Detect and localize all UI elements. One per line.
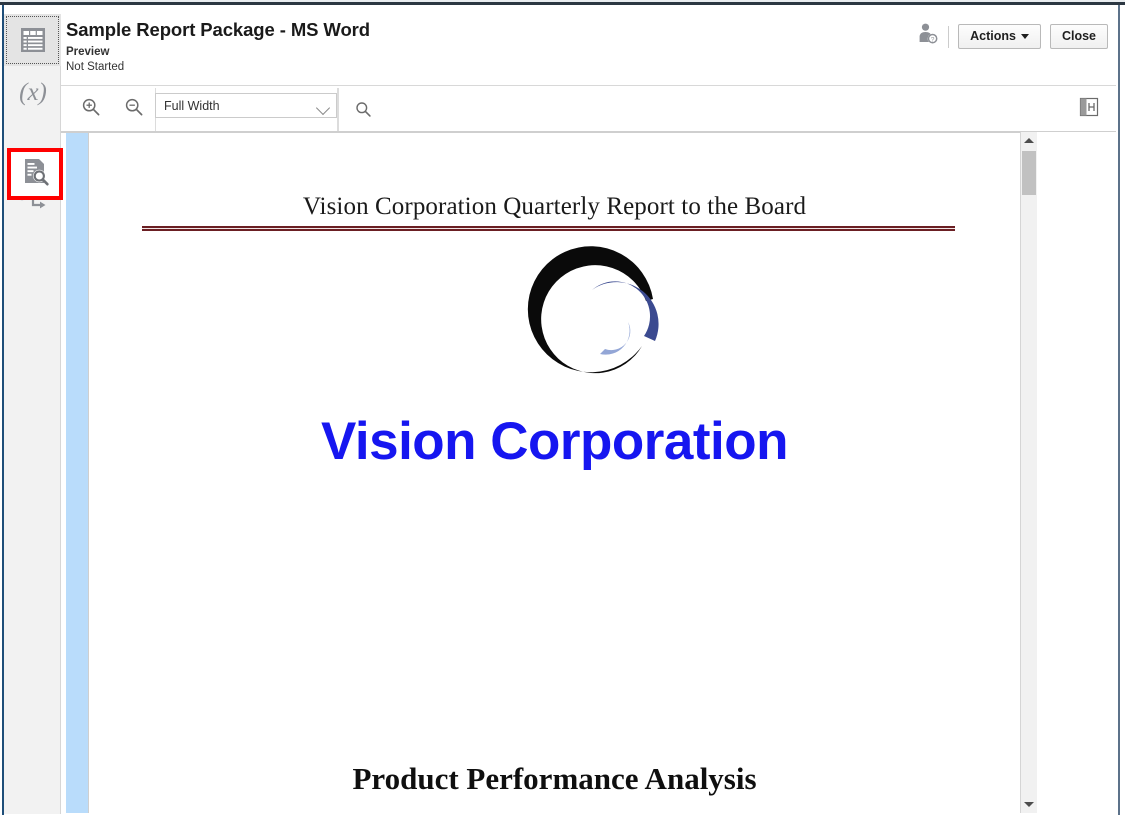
zoom-level-select[interactable]: Full Width [155,93,337,118]
collapse-panel-icon [1078,97,1100,122]
sidebar-item-preview-review-highlighted[interactable] [7,148,63,200]
collapse-panel-button[interactable] [1076,97,1102,121]
actions-button-label: Actions [970,28,1016,43]
actions-button[interactable]: Actions [958,23,1041,50]
status-label: Not Started [66,61,125,73]
zoom-level-value: Full Width [164,99,220,113]
document-company-name: Vision Corporation [320,412,789,471]
page-margin-band-left [66,133,88,813]
scroll-thumb[interactable] [1022,151,1036,195]
variable-x-icon: (x) [15,76,51,108]
search-icon [355,101,372,118]
page-title: Sample Report Package - MS Word [66,19,370,40]
zoom-out-button[interactable] [117,93,151,127]
triangle-up-icon [1024,138,1034,143]
triangle-down-icon [1024,802,1034,807]
document-report-title: Vision Corporation Quarterly Report to t… [302,193,807,220]
svg-text:(x): (x) [19,79,47,106]
zoom-button-group [69,88,156,131]
document-viewport: Vision Corporation Quarterly Report to t… [61,132,1116,813]
page-header: Sample Report Package - MS Word Preview … [61,14,1116,86]
document-scrollbar[interactable] [1020,132,1037,813]
header-separator [948,25,950,48]
application-window: (x) Sample Report Package - MS Word Prev… [0,0,1125,817]
document-page: Vision Corporation Quarterly Report to t… [88,133,1021,813]
scroll-down-arrow[interactable] [1021,796,1037,813]
scroll-up-arrow[interactable] [1021,132,1037,149]
report-table-icon [18,25,48,55]
document-search-box[interactable] [338,88,1048,131]
zoom-in-button[interactable] [74,93,108,127]
chevron-down-icon [315,100,331,116]
document-section-heading: Product Performance Analysis [352,761,757,796]
header-actions-area: ? Actions Close [917,22,1108,51]
zoom-out-icon [124,97,144,122]
vision-corporation-spiral-logo [522,243,672,393]
svg-text:?: ? [931,36,935,43]
left-icon-rail: (x) [4,14,61,814]
search-input[interactable] [380,101,1014,118]
preview-toolbar: Full Width [61,88,1116,132]
sidebar-item-report-center[interactable] [4,14,61,66]
phase-label: Preview [66,46,110,58]
user-status-icon[interactable]: ? [917,22,939,51]
chevron-down-icon [1020,33,1029,39]
document-title-rule [142,226,955,231]
viewer-right-gutter [1037,132,1116,813]
zoom-in-icon [81,97,101,122]
close-button[interactable]: Close [1049,23,1108,50]
document-magnifier-icon [19,156,51,193]
sidebar-item-variables[interactable]: (x) [4,66,61,118]
browser-window-edge-highlight [0,0,1125,2]
